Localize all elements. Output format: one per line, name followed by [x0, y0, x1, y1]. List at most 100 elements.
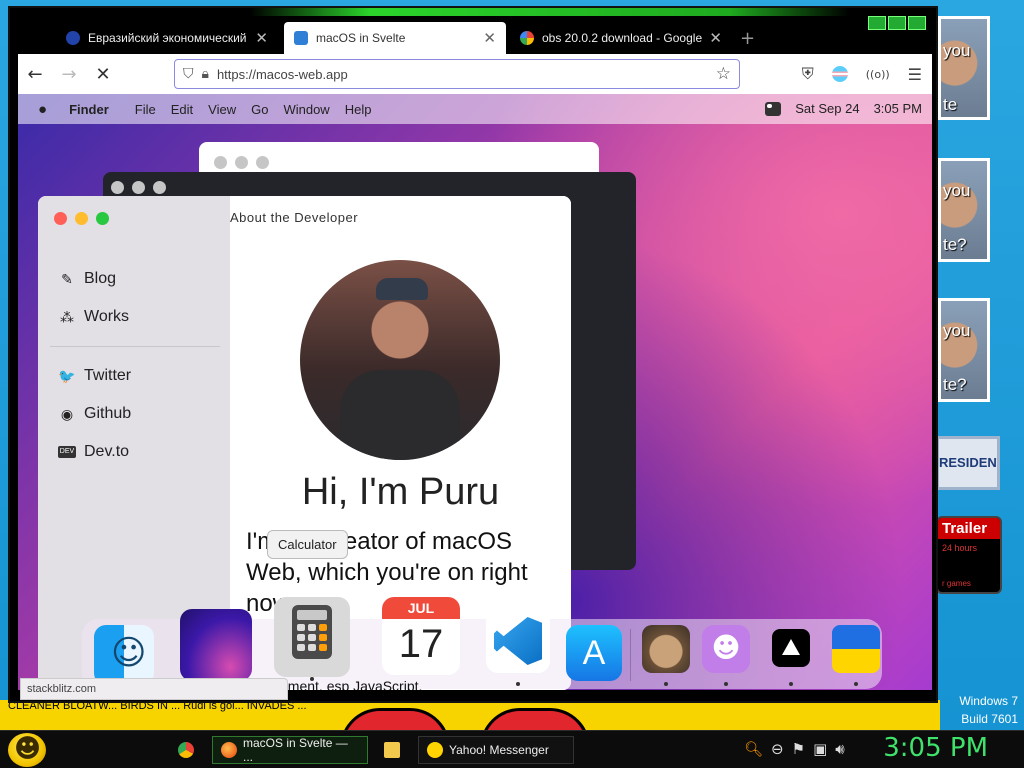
finder-app-icon[interactable]: [94, 625, 154, 685]
sidebar-item-twitter[interactable]: 🐦 Twitter: [58, 367, 131, 385]
works-icon: ⁂: [60, 308, 74, 325]
ad-text: you: [943, 181, 971, 200]
taskbar-chrome[interactable]: [178, 736, 200, 764]
menu-view[interactable]: View: [208, 102, 236, 117]
window-title: About the Developer: [230, 210, 359, 225]
control-center-icon[interactable]: [765, 101, 782, 116]
sidebar-item-blog[interactable]: ✎ Blog: [58, 270, 116, 288]
taskbar-folder[interactable]: [384, 736, 406, 764]
close-tab-icon[interactable]: ✕: [709, 29, 722, 47]
back-button[interactable]: ←: [18, 64, 52, 85]
menu-finder[interactable]: Finder: [69, 102, 109, 117]
pocket-icon[interactable]: ⛨: [802, 64, 814, 84]
macos-menubar: ● Finder File Edit View Go Window Help S…: [18, 94, 932, 124]
search-icon[interactable]: 🔍︎: [744, 740, 763, 758]
dock-divider: [630, 629, 631, 681]
desktop-ad-2[interactable]: you te?: [938, 158, 990, 262]
sidebar-item-works[interactable]: ⁂ Works: [58, 308, 129, 326]
calendar-app-icon[interactable]: JUL 17: [382, 597, 460, 675]
network-icon[interactable]: ▣: [813, 740, 827, 758]
firefox-icon: [221, 742, 237, 758]
tab-macos-in-svelte[interactable]: macOS in Svelte ✕: [284, 22, 506, 54]
ad-text: te?: [943, 375, 967, 394]
sidebar-divider: [50, 346, 220, 347]
launchpad-app-icon[interactable]: [180, 609, 252, 681]
vscode-app-icon[interactable]: [486, 609, 550, 686]
vercel-app-icon[interactable]: [764, 625, 818, 686]
close-window-dot[interactable]: [54, 212, 67, 225]
shield-icon[interactable]: ⛉: [183, 66, 194, 82]
extension-flag-icon[interactable]: [831, 66, 848, 82]
minus-circle-icon[interactable]: ⊖: [771, 740, 784, 758]
smiley-icon: [427, 742, 443, 758]
apple-logo-icon[interactable]: ●: [38, 101, 47, 118]
sidebar-item-label: Dev.to: [84, 443, 130, 460]
bio-overflow-text: pment, esp JavaScript,: [280, 678, 423, 690]
app-store-icon[interactable]: A: [566, 625, 622, 681]
calculator-app-icon[interactable]: [274, 597, 350, 681]
stop-loading-button[interactable]: ✕: [86, 64, 120, 85]
sidebar-item-label: Twitter: [84, 367, 132, 384]
desktop-ad-1[interactable]: you te: [938, 16, 990, 120]
svelte-favicon-icon: [294, 31, 308, 45]
inactive-minimize-dot[interactable]: [132, 181, 145, 194]
tab-bar: Евразийский экономический ✕ macOS in Sve…: [10, 18, 936, 54]
menu-edit[interactable]: Edit: [171, 102, 193, 117]
trailer-ad[interactable]: Trailer 24 hours r games: [936, 516, 1002, 594]
menubar-right: Sat Sep 24 3:05 PM: [765, 101, 922, 116]
desktop-ad-3[interactable]: you te?: [938, 298, 990, 402]
taskbar-clock[interactable]: 3:05 PM: [883, 733, 988, 763]
menu-window[interactable]: Window: [283, 102, 329, 117]
tab-obs-download[interactable]: obs 20.0.2 download - Google S ✕: [510, 22, 732, 54]
zoom-window-dot[interactable]: [96, 212, 109, 225]
volume-icon[interactable]: 🔊︎: [835, 740, 844, 758]
devto-icon: DEV: [58, 446, 76, 458]
close-tab-icon[interactable]: ✕: [483, 29, 496, 47]
menu-help[interactable]: Help: [345, 102, 372, 117]
taskbar-firefox[interactable]: macOS in Svelte — ...: [212, 736, 368, 764]
pencil-icon: ✎: [61, 270, 73, 287]
hamburger-menu-icon[interactable]: ☰: [908, 65, 922, 84]
github-app-icon[interactable]: ☻: [702, 625, 750, 686]
inactive-close-dot[interactable]: [111, 181, 124, 194]
twitter-icon: 🐦: [58, 367, 76, 384]
forward-button[interactable]: →: [52, 64, 86, 85]
close-tab-icon[interactable]: ✕: [255, 29, 268, 47]
tab-eurasian[interactable]: Евразийский экономический ✕: [56, 22, 278, 54]
cat-app-icon[interactable]: [642, 625, 690, 686]
sidebar-item-devto[interactable]: DEV Dev.to: [58, 443, 129, 461]
desktop-banner-strip: CLEANER BLOATW... BIRDS IN ... Rudi is g…: [0, 700, 940, 730]
github-icon: ◉: [60, 405, 74, 422]
extension-icon[interactable]: ((o)): [866, 68, 890, 81]
inactive-zoom-dot[interactable]: [153, 181, 166, 194]
trailer-line: 24 hours: [942, 543, 978, 553]
inactive-minimize-dot[interactable]: [235, 156, 248, 169]
address-bar[interactable]: ⛉ 🔒︎ https://macos-web.app ☆: [174, 59, 740, 89]
url-text[interactable]: https://macos-web.app: [217, 67, 716, 82]
minimize-window-dot[interactable]: [75, 212, 88, 225]
president-ad[interactable]: RESIDENT: [936, 436, 1000, 490]
start-button[interactable]: [8, 733, 46, 767]
inactive-close-dot[interactable]: [214, 156, 227, 169]
flag-icon[interactable]: ⚑: [792, 740, 805, 758]
ad-text: te: [943, 95, 958, 114]
globe-favicon-icon: [66, 31, 80, 45]
tab-title: macOS in Svelte: [316, 31, 406, 45]
inactive-zoom-dot[interactable]: [256, 156, 269, 169]
menu-file[interactable]: File: [135, 102, 156, 117]
taskbar-yahoo-messenger[interactable]: Yahoo! Messenger: [418, 736, 574, 764]
bookmark-star-icon[interactable]: ☆: [716, 64, 731, 84]
menubar-time[interactable]: 3:05 PM: [874, 101, 922, 116]
navigation-bar: ← → ✕ ⛉ 🔒︎ https://macos-web.app ☆ ⛨ ((o…: [18, 54, 932, 94]
ukraine-flag-icon[interactable]: [832, 625, 880, 686]
calendar-month: JUL: [382, 597, 460, 619]
menu-go[interactable]: Go: [251, 102, 268, 117]
ad-text: you: [943, 321, 971, 340]
trailer-title: Trailer: [938, 518, 1000, 539]
trailer-line: r games: [942, 579, 971, 588]
lock-icon[interactable]: 🔒︎: [202, 66, 209, 82]
new-tab-button[interactable]: +: [740, 28, 755, 49]
ad-text: te?: [943, 235, 967, 254]
menubar-date[interactable]: Sat Sep 24: [795, 101, 859, 116]
sidebar-item-github[interactable]: ◉ Github: [58, 405, 131, 423]
